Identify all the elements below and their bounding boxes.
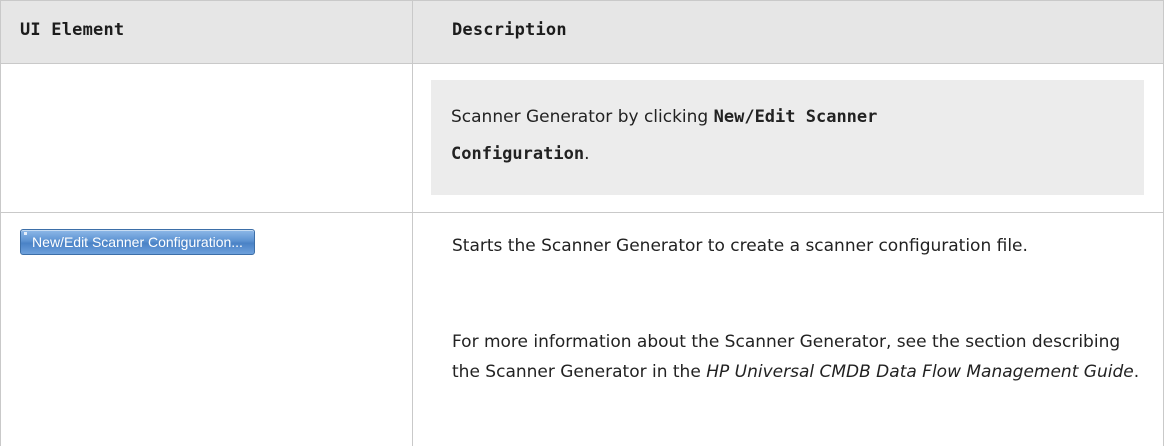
note-text: Scanner Generator by clicking New/Edit S… — [451, 107, 878, 164]
column-divider — [412, 0, 413, 446]
description-paragraph-1: Starts the Scanner Generator to create a… — [452, 236, 1028, 256]
button-label: New/Edit Scanner Configuration... — [32, 234, 243, 250]
note-box: Scanner Generator by clicking New/Edit S… — [431, 80, 1144, 195]
header-description: Description — [452, 20, 567, 40]
table-left-border — [0, 0, 1, 446]
new-edit-scanner-configuration-button[interactable]: New/Edit Scanner Configuration... — [20, 229, 255, 255]
description-paragraph-2: For more information about the Scanner G… — [452, 332, 1140, 382]
ui-element-table: UI Element Description Scanner Generator… — [0, 0, 1164, 446]
header-ui-element: UI Element — [20, 20, 125, 40]
table-top-border — [0, 0, 1164, 1]
row-divider — [0, 212, 1164, 213]
guide-title: HP Universal CMDB Data Flow Management G… — [706, 362, 1134, 382]
button-highlight — [24, 232, 27, 235]
header-divider — [0, 63, 1164, 64]
table-header-row: UI Element Description — [0, 0, 1164, 63]
